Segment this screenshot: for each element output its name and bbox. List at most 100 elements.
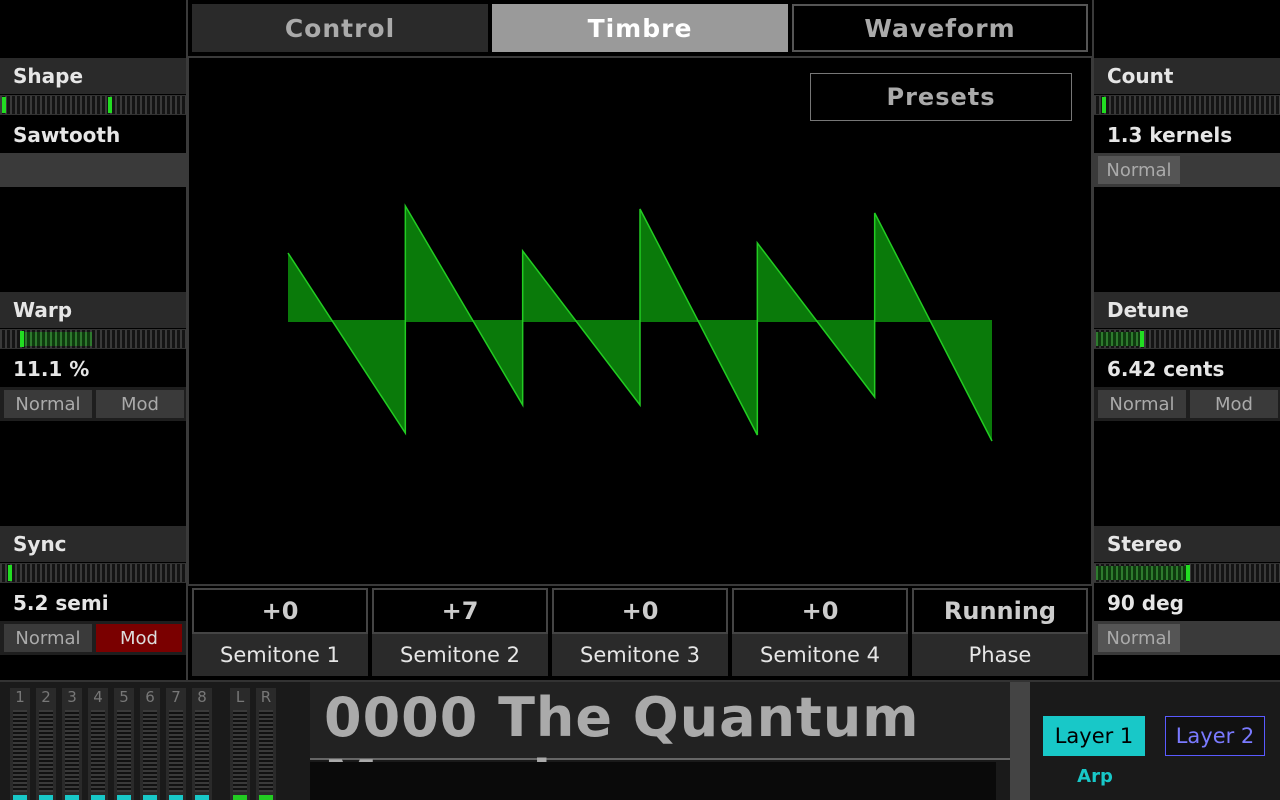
meter-level	[169, 795, 183, 800]
meter-level	[13, 795, 27, 800]
shape-slider-thumb[interactable]	[108, 97, 112, 113]
sync-value: 5.2 semi	[0, 585, 186, 621]
tab-control[interactable]: Control	[192, 4, 488, 52]
warp-mod-button[interactable]: Mod	[96, 390, 184, 418]
detune-slider[interactable]	[1094, 329, 1280, 349]
arp-indicator[interactable]: Arp	[1075, 766, 1115, 788]
layer-2-button[interactable]: Layer 2	[1165, 716, 1265, 756]
meter-level	[143, 795, 157, 800]
layer-1-button[interactable]: Layer 1	[1043, 716, 1145, 756]
sync-mod-button[interactable]: Mod	[96, 624, 182, 652]
meter-1: 1	[10, 688, 30, 800]
presets-button[interactable]: Presets	[810, 73, 1072, 121]
meter-level	[65, 795, 79, 800]
patch-name-box[interactable]: 0000 The Quantum Manual	[310, 682, 1010, 800]
warp-title: Warp	[0, 292, 186, 328]
warp-slider-thumb[interactable]	[20, 331, 24, 347]
detune-slider-thumb[interactable]	[1140, 331, 1144, 347]
waveform-plot	[287, 203, 993, 442]
semitone-1-label: Semitone 1	[192, 634, 368, 676]
stereo-slider-thumb[interactable]	[1186, 565, 1190, 581]
meter-bars	[117, 710, 131, 792]
warp-slider[interactable]	[0, 329, 186, 349]
meter-bars	[91, 710, 105, 792]
meter-level	[117, 795, 131, 800]
tab-timbre[interactable]: Timbre	[492, 4, 788, 52]
sync-normal-button[interactable]: Normal	[4, 624, 92, 652]
shape-slider-start	[2, 97, 6, 113]
meter-8: 8	[192, 688, 212, 800]
meter-level	[233, 795, 247, 800]
warp-mode-row: Normal Mod	[0, 387, 186, 421]
semitone-2-cell[interactable]: +7 Semitone 2	[372, 588, 548, 678]
detune-mod-button[interactable]: Mod	[1190, 390, 1278, 418]
meter-bars	[169, 710, 183, 792]
detune-slider-fill	[1096, 332, 1140, 346]
meter-level	[195, 795, 209, 800]
waveform-display	[287, 203, 993, 442]
stereo-slider[interactable]	[1094, 563, 1280, 583]
meter-bars	[195, 710, 209, 792]
shape-slider[interactable]	[0, 95, 186, 115]
meter-label: 8	[197, 688, 207, 706]
count-slider-thumb[interactable]	[1102, 97, 1106, 113]
meter-bars	[13, 710, 27, 792]
meter-5: 5	[114, 688, 134, 800]
meter-bars	[65, 710, 79, 792]
semitone-4-value[interactable]: +0	[732, 588, 908, 634]
stereo-slider-fill	[1096, 566, 1186, 580]
warp-value: 11.1 %	[0, 351, 186, 387]
stereo-title: Stereo	[1094, 526, 1280, 562]
semitone-4-cell[interactable]: +0 Semitone 4	[732, 588, 908, 678]
meter-level	[39, 795, 53, 800]
detune-normal-button[interactable]: Normal	[1098, 390, 1186, 418]
phase-label: Phase	[912, 634, 1088, 676]
tab-waveform[interactable]: Waveform	[792, 4, 1088, 52]
meter-bars	[143, 710, 157, 792]
semitone-4-label: Semitone 4	[732, 634, 908, 676]
sync-slider[interactable]	[0, 563, 186, 583]
stereo-normal-button[interactable]: Normal	[1098, 624, 1180, 652]
meter-4: 4	[88, 688, 108, 800]
meter-3: 3	[62, 688, 82, 800]
meter-r: R	[256, 688, 276, 800]
semitone-2-label: Semitone 2	[372, 634, 548, 676]
sync-mode-row: Normal Mod	[0, 621, 186, 655]
detune-mode-row: Normal Mod	[1094, 387, 1280, 421]
phase-value[interactable]: Running	[912, 588, 1088, 634]
meter-label: 7	[171, 688, 181, 706]
meter-7: 7	[166, 688, 186, 800]
count-value: 1.3 kernels	[1094, 117, 1280, 153]
warp-slider-fill	[20, 332, 92, 346]
phase-cell[interactable]: Running Phase	[912, 588, 1088, 678]
detune-value: 6.42 cents	[1094, 351, 1280, 387]
meter-l: L	[230, 688, 250, 800]
semitone-3-value[interactable]: +0	[552, 588, 728, 634]
meter-label: L	[235, 688, 245, 706]
meter-label: 5	[119, 688, 129, 706]
count-normal-button[interactable]: Normal	[1098, 156, 1180, 184]
sync-slider-thumb[interactable]	[8, 565, 12, 581]
count-title: Count	[1094, 58, 1280, 94]
semitone-2-value[interactable]: +7	[372, 588, 548, 634]
meter-6: 6	[140, 688, 160, 800]
meter-label: 2	[41, 688, 51, 706]
stereo-mode-row: Normal	[1094, 621, 1280, 655]
meter-level	[91, 795, 105, 800]
semitone-3-cell[interactable]: +0 Semitone 3	[552, 588, 728, 678]
meter-bars	[233, 710, 247, 792]
warp-normal-button[interactable]: Normal	[4, 390, 92, 418]
meter-label: R	[260, 688, 272, 706]
meter-2: 2	[36, 688, 56, 800]
semitone-1-cell[interactable]: +0 Semitone 1	[192, 588, 368, 678]
meter-bars	[39, 710, 53, 792]
meter-bars	[259, 710, 273, 792]
meter-level	[259, 795, 273, 800]
semitone-1-value[interactable]: +0	[192, 588, 368, 634]
count-slider[interactable]	[1094, 95, 1280, 115]
sync-title: Sync	[0, 526, 186, 562]
detune-title: Detune	[1094, 292, 1280, 328]
patch-scroll-bar	[1010, 682, 1030, 800]
meter-label: 3	[67, 688, 77, 706]
meter-label: 6	[145, 688, 155, 706]
